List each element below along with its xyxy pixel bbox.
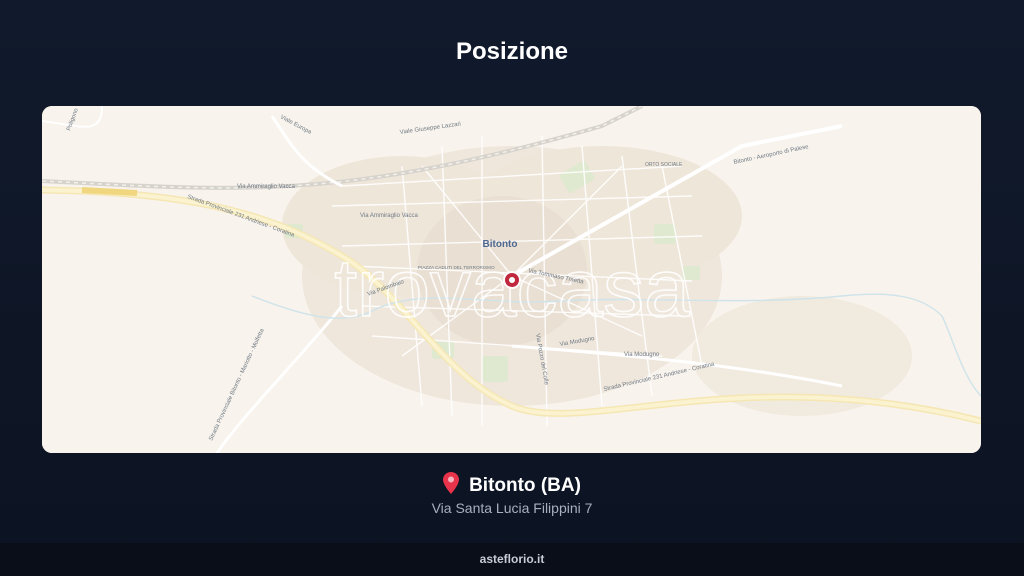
label-via-ammiraglio-vacca: Via Ammiraglio Vacca xyxy=(237,184,295,190)
city-label: Bitonto xyxy=(483,239,518,250)
page: Posizione Viale Europa Viale Giuseppe La… xyxy=(0,0,1024,576)
label-via-ammiraglio-vacca-2: Via Ammiraglio Vacca xyxy=(360,213,418,219)
location-address: Via Santa Lucia Filippini 7 xyxy=(431,500,593,516)
label-piazza-caduti: PIAZZA CADUTI DEL TERRORISMO xyxy=(418,265,495,270)
location-title: Bitonto (BA) xyxy=(0,472,1024,497)
footer: asteflorio.it xyxy=(0,543,1024,576)
label-via-modugno-2: Via Modugno xyxy=(624,352,660,358)
location-marker[interactable] xyxy=(503,271,521,289)
location-city: Bitonto (BA) xyxy=(469,475,581,496)
map[interactable]: trovacasa Viale Europa Viale Giuseppe La… xyxy=(42,106,981,453)
footer-site-link[interactable]: asteflorio.it xyxy=(480,552,545,566)
map-canvas[interactable]: trovacasa Viale Europa Viale Giuseppe La… xyxy=(42,106,981,453)
page-title: Posizione xyxy=(455,38,569,65)
map-pin-icon xyxy=(443,472,460,494)
label-orto-sociale: ORTO SOCIALE xyxy=(645,162,683,168)
